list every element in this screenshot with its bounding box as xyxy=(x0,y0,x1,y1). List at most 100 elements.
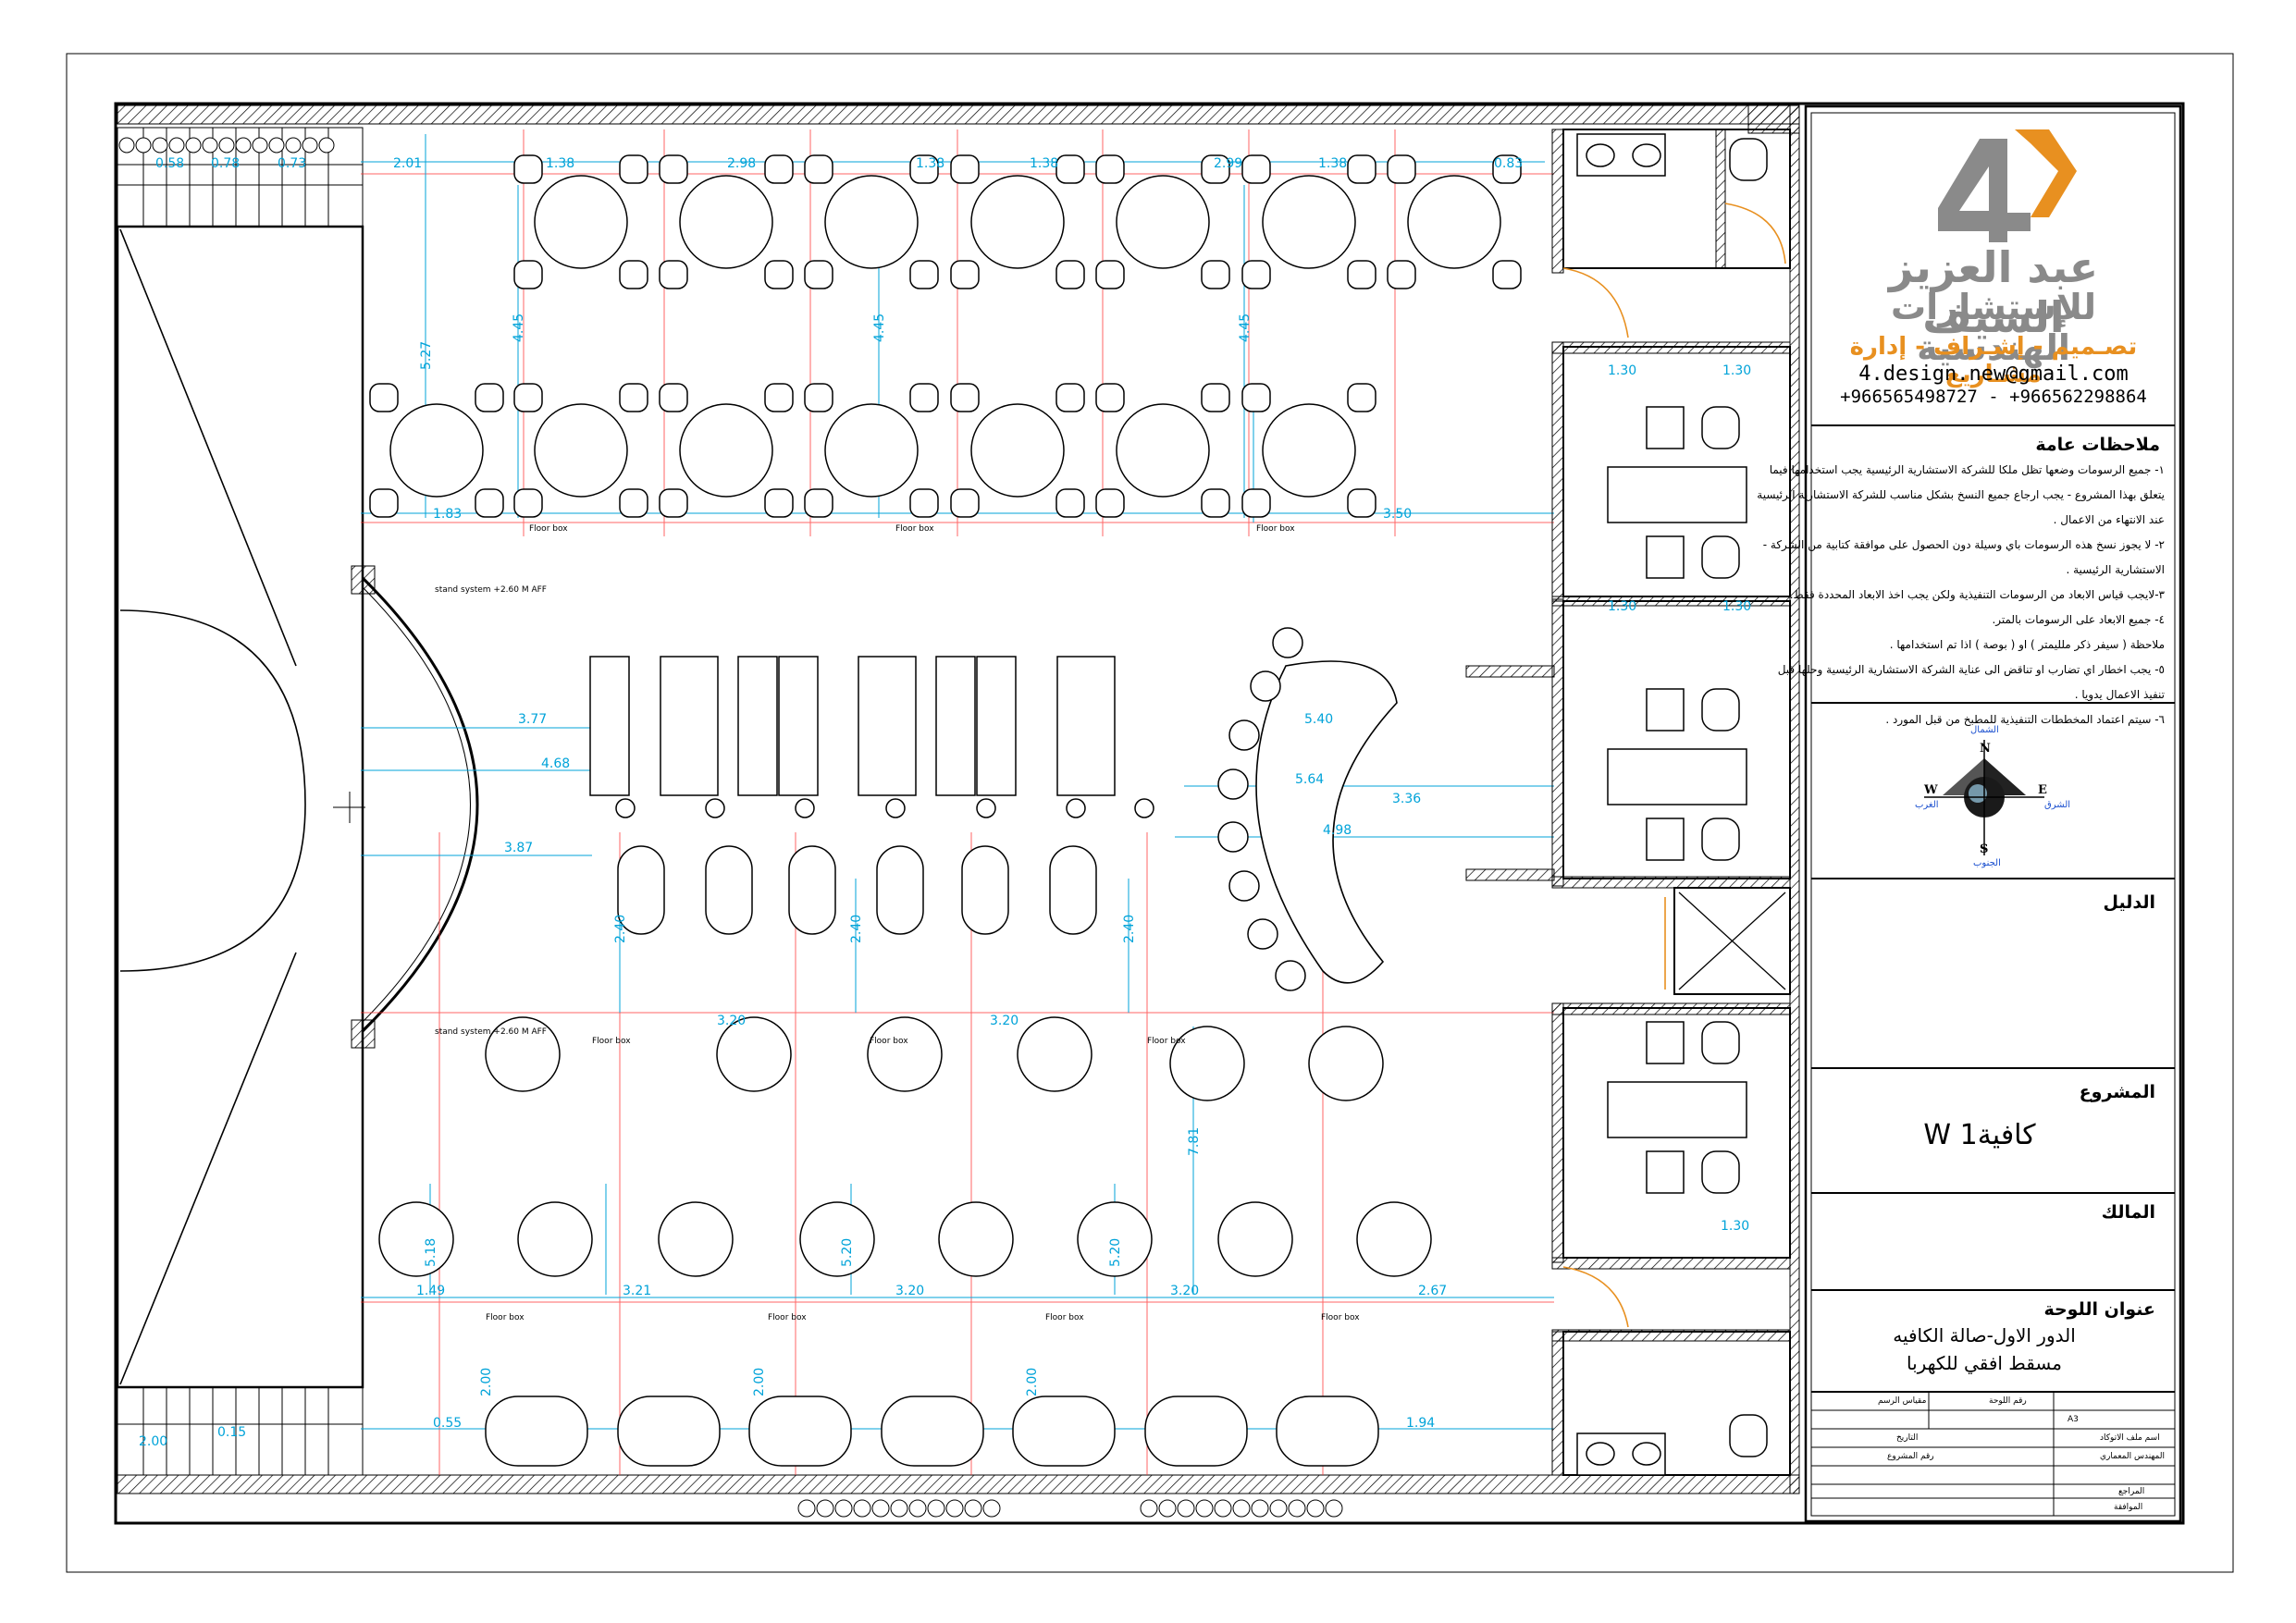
dim-bar-2: 5.64 xyxy=(1295,772,1324,787)
note-line: ٦- سيتم اعتماد المخططات التنفيذية للمطبخ… xyxy=(1885,713,2165,726)
floor-box-label-1: Floor box xyxy=(529,524,568,534)
compass-w-ar: الغرب xyxy=(1915,800,1939,810)
compass-s: S xyxy=(1980,842,1988,856)
project-name: كافيةW 1 xyxy=(1923,1119,2036,1151)
column-2 xyxy=(351,1019,376,1049)
office-furniture xyxy=(1607,406,1747,1194)
dim-bot-5: 2.67 xyxy=(1418,1284,1447,1298)
dim-tl-2: 0.78 xyxy=(211,156,240,171)
floor-box-label-7: Floor box xyxy=(486,1313,525,1322)
dim-top-1: 2.01 xyxy=(393,156,422,171)
void-arc xyxy=(119,609,306,972)
dim-center-3: 3.87 xyxy=(504,841,533,855)
cell-engineer: المهندس المعماري xyxy=(2100,1452,2166,1461)
floor-box-label-6: Floor box xyxy=(1147,1037,1186,1046)
tables-row-2 xyxy=(369,383,1376,518)
dim-bsmall-1: 0.55 xyxy=(433,1416,462,1431)
floor-box-label-5: Floor box xyxy=(870,1037,908,1046)
dim-240-2: 2.40 xyxy=(849,915,864,943)
dim-781: 7.81 xyxy=(1187,1127,1202,1156)
dim-240-1: 2.40 xyxy=(613,915,628,943)
cell-name: اسم ملف الاتوكاد xyxy=(2100,1433,2160,1443)
note-line: ١- جميع الرسومات وضعها تظل ملكا للشركة ا… xyxy=(1769,463,2165,476)
atrium-arc-inner xyxy=(362,586,471,1023)
compass-icon: N S E W الشمال الجنوب الشرق الغرب xyxy=(1915,725,2070,868)
floor-box-label-2: Floor box xyxy=(895,524,934,534)
dim-bleft-1: 2.00 xyxy=(139,1434,167,1449)
dim-right-1: 1.30 xyxy=(1608,363,1636,378)
atrium-arc xyxy=(361,576,479,1033)
sheet-title-label: عنوان اللوحة xyxy=(2043,1299,2155,1320)
cell-date: التاريخ xyxy=(1896,1433,1919,1443)
dim-bar-3: 3.36 xyxy=(1392,792,1421,806)
dim-vl-1: 5.27 xyxy=(419,341,434,370)
wall-top xyxy=(117,105,1800,125)
column-note-1: stand system +2.60 M AFF xyxy=(435,585,547,595)
sheet-title-2: مسقط افقي للكهربا xyxy=(1907,1352,2062,1374)
dim-top-4: 1.38 xyxy=(916,156,944,171)
column-1 xyxy=(351,565,376,595)
compass-w: W xyxy=(1923,783,1938,797)
dim-center-2: 4.68 xyxy=(541,756,570,771)
dim-top-5: 1.38 xyxy=(1030,156,1058,171)
floor-box-label-8: Floor box xyxy=(768,1313,807,1322)
dim-200-1: 2.00 xyxy=(479,1368,494,1396)
cell-project-no: رقم المشروع xyxy=(1887,1452,1934,1461)
dim-bot-1: 1.49 xyxy=(416,1284,445,1298)
dim-right-3: 1.30 xyxy=(1608,599,1636,614)
floor-plan: 2.01 1.38 2.98 1.38 1.38 2.99 1.38 0.83 … xyxy=(116,105,1800,1518)
dim-top-7: 1.38 xyxy=(1318,156,1347,171)
floor-box-label-3: Floor box xyxy=(1256,524,1295,534)
wall-right xyxy=(1789,105,1800,1494)
note-line: ٥- يجب اخطار اي تضارب او تناقض الى عناية… xyxy=(1777,663,2165,676)
dim-tl-3: 0.73 xyxy=(278,156,306,171)
dim-tl-1: 0.58 xyxy=(155,156,184,171)
dim-bsmall-7: 1.94 xyxy=(1406,1416,1435,1431)
cell-approval: الموافقة xyxy=(2114,1503,2143,1512)
dim-mid-1: 1.83 xyxy=(433,507,462,522)
dim-bot-4: 3.20 xyxy=(1170,1284,1199,1298)
tables-row-4 xyxy=(378,1201,1432,1277)
legend-label: الدليل xyxy=(2103,892,2155,913)
note-line: الاستشارية الرئيسية . xyxy=(2066,563,2165,576)
circuit-number-strip-top xyxy=(118,137,335,154)
dim-bleft-2: 0.15 xyxy=(217,1425,246,1440)
dim-right-5: 1.30 xyxy=(1721,1219,1749,1234)
owner-label: المالك xyxy=(2101,1202,2155,1223)
compass-e: E xyxy=(2038,783,2047,797)
cell-drawing-no: رقم اللوحة xyxy=(1989,1396,2027,1406)
project-label: المشروع xyxy=(2079,1082,2155,1102)
left-void xyxy=(116,225,364,1389)
sheet-title-1: الدور الاول-صالة الكافيه xyxy=(1893,1324,2076,1346)
dim-right-4: 1.30 xyxy=(1722,599,1751,614)
dim-bot-3: 3.20 xyxy=(895,1284,924,1298)
dim-200-2: 2.00 xyxy=(752,1368,767,1396)
dim-520-1: 5.18 xyxy=(424,1238,438,1267)
dim-vl-2: 4.45 xyxy=(512,314,526,342)
circuit-number-strip-bottom xyxy=(797,1499,1343,1518)
note-line: يتعلق بهذا المشروع - يجب ارجاع جميع النس… xyxy=(1757,488,2165,501)
dim-bot-2: 3.21 xyxy=(623,1284,651,1298)
floor-box-label-9: Floor box xyxy=(1045,1313,1084,1322)
company-email: 4.design.new@gmail.com xyxy=(1858,363,2129,386)
floor-box-label-4: Floor box xyxy=(592,1037,631,1046)
tables-row-1 xyxy=(513,154,1522,289)
dim-top-8: 0.83 xyxy=(1494,156,1523,171)
dim-bar-1: 5.40 xyxy=(1304,712,1333,727)
cell-scale: مقياس الرسم xyxy=(1878,1396,1927,1406)
note-line: ٤- جميع الابعاد على الرسومات بالمتر. xyxy=(1992,613,2165,626)
company-logo xyxy=(1938,129,2077,242)
notes-title: ملاحظات عامة xyxy=(2035,435,2160,455)
note-line: عند الانتهاء من الاعمال . xyxy=(2053,513,2165,526)
note-line: ملاحظة ( سيفر ذكر ملليمتر ) او ( بوصة ) … xyxy=(1889,638,2165,651)
dim-right-2: 1.30 xyxy=(1722,363,1751,378)
note-line: تنفيذ الاعمال يدويا . xyxy=(2074,688,2165,701)
dim-top-3: 2.98 xyxy=(727,156,756,171)
notes-list: ١- جميع الرسومات وضعها تظل ملكا للشركة ا… xyxy=(1757,458,2165,732)
note-line: ٣-لايجب قياس الابعاد من الرسومات التنفيذ… xyxy=(1789,588,2165,601)
void-diagonal-2 xyxy=(119,952,297,1385)
note-line: ٢- لا يجوز نسخ هذه الرسومات باي وسيلة دو… xyxy=(1762,538,2165,551)
compass-e-ar: الشرق xyxy=(2044,800,2070,810)
dim-200-3: 2.00 xyxy=(1025,1368,1040,1396)
display-counter xyxy=(589,656,1116,796)
